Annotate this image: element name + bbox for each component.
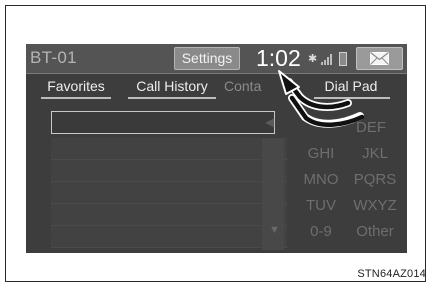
- callout-arrow: [278, 70, 365, 128]
- figure-code: STN64AZ014: [357, 268, 426, 280]
